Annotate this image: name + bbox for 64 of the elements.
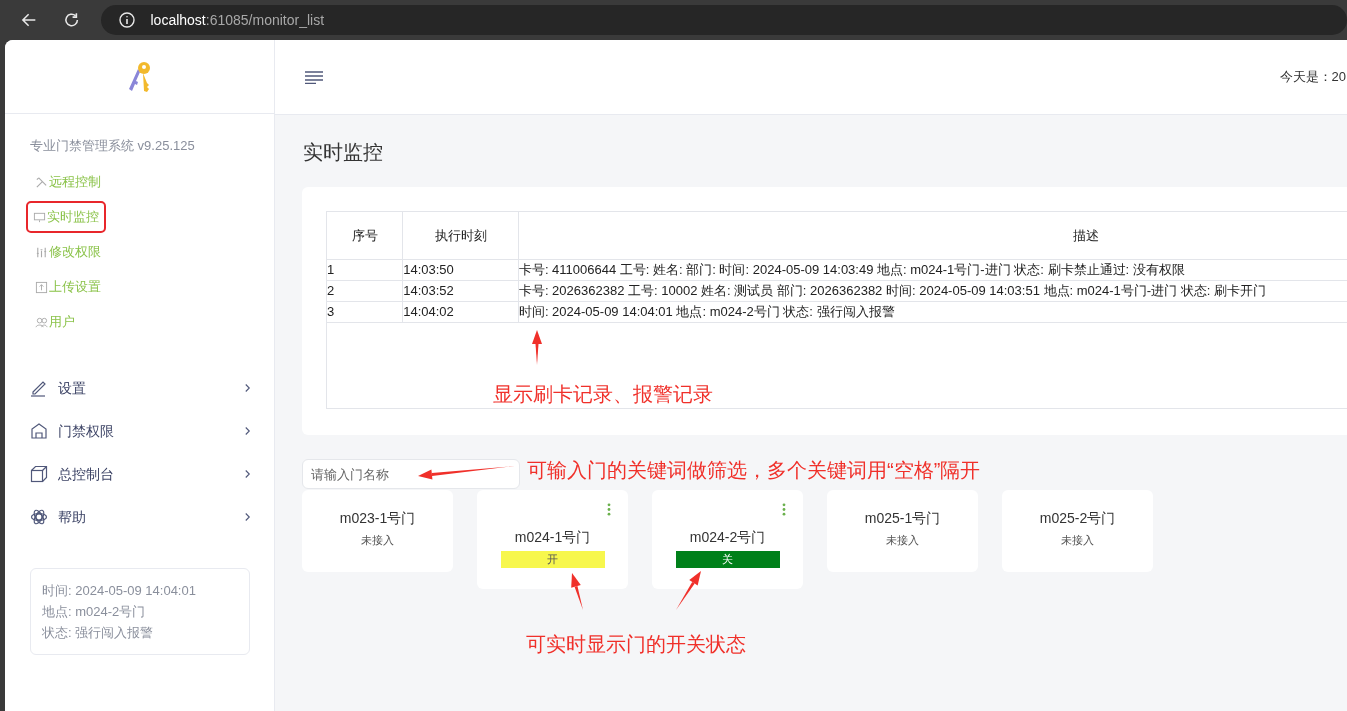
tools-icon xyxy=(35,175,48,189)
annotation-text: 可输入门的关键词做筛选，多个关键词用“空格”隔开 xyxy=(527,458,981,483)
chevron-right-icon xyxy=(244,512,251,522)
monitor-icon xyxy=(33,210,46,224)
door-name: m024-1号门 xyxy=(514,528,591,547)
users-icon xyxy=(35,315,48,329)
app-title: 专业门禁管理系统 v9.25.125 xyxy=(30,137,196,155)
door-state-bar: 关 xyxy=(675,551,780,568)
table-cell: 3 xyxy=(327,301,403,322)
more-options-icon[interactable] xyxy=(782,503,786,516)
door-name: m023-1号门 xyxy=(339,509,416,528)
table-cell: 卡号: 2026362382 工号: 10002 姓名: 测试员 部门: 2026362382 时间: 2024-05-09 14:03:51 地点: m024-1号门-进门 状态: 刷卡开门 xyxy=(518,280,1347,301)
sidebar-menu-item[interactable]: 帮助 xyxy=(5,495,274,539)
door-card[interactable]: m024-2号门 关 xyxy=(652,490,803,589)
pencil-icon xyxy=(30,379,48,397)
chevron-right-icon xyxy=(244,383,251,393)
annotation-text: 显示刷卡记录、报警记录 xyxy=(493,382,713,407)
date-label: 今天是：20 xyxy=(1279,68,1346,87)
sidebar-menu-item[interactable]: 设置 xyxy=(5,366,274,410)
sidebar-menu-item[interactable]: 总控制台 xyxy=(5,452,274,496)
table-cell: 卡号: 411006644 工号: 姓名: 部门: 时间: 2024-05-09 14:03:49 地点: m024-1号门-进门 状态: 刷卡禁止通过: 没有权限 xyxy=(518,259,1347,280)
table-cell: 14:04:02 xyxy=(402,301,519,322)
door-card[interactable]: m024-1号门 开 xyxy=(477,490,628,589)
info-line: 地点: m024-2号门 xyxy=(42,602,147,620)
table-cell: 2 xyxy=(327,280,403,301)
arrow-annotation xyxy=(676,571,701,610)
column-header: 描述 xyxy=(518,212,1347,259)
door-status-text: 未接入 xyxy=(361,533,394,548)
reload-icon[interactable] xyxy=(63,11,81,29)
chevron-right-icon xyxy=(244,426,251,436)
door-search-field[interactable]: 请输入门名称 xyxy=(302,459,520,489)
cube-icon xyxy=(30,465,48,483)
column-header: 执行时刻 xyxy=(402,212,519,259)
door-state-bar: 开 xyxy=(500,551,605,568)
door-name: m025-1号门 xyxy=(864,509,941,528)
column-header: 序号 xyxy=(327,212,403,259)
sidebar-menu-item[interactable]: 门禁权限 xyxy=(5,409,274,453)
table-cell: 1 xyxy=(327,259,403,280)
upload-icon xyxy=(35,280,48,294)
table-cell: 14:03:50 xyxy=(402,259,519,280)
annotation-text: 可实时显示门的开关状态 xyxy=(526,632,746,657)
door-name: m025-2号门 xyxy=(1039,509,1116,528)
door-card[interactable]: m025-1号门 未接入 xyxy=(827,490,978,572)
door-status-text: 未接入 xyxy=(886,533,919,548)
address-bar[interactable]: localhost:61085/monitor_list xyxy=(100,5,1347,35)
table-cell: 时间: 2024-05-09 14:04:01 地点: m024-2号门 状态: 强行闯入报警 xyxy=(518,301,1347,322)
house-icon xyxy=(30,422,48,440)
chevron-right-icon xyxy=(244,469,251,479)
door-status-text: 未接入 xyxy=(1061,533,1094,548)
more-options-icon[interactable] xyxy=(607,503,611,516)
back-icon[interactable] xyxy=(20,11,38,29)
sliders-icon xyxy=(35,245,48,259)
info-icon xyxy=(118,12,135,28)
door-name: m024-2号门 xyxy=(689,528,766,547)
menu-icon[interactable] xyxy=(305,70,323,84)
door-card[interactable]: m025-2号门 未接入 xyxy=(1002,490,1153,572)
arrow-annotation xyxy=(571,573,583,610)
url-text: localhost:61085/monitor_list xyxy=(150,10,325,30)
door-card[interactable]: m023-1号门 未接入 xyxy=(302,490,453,572)
gear-icon xyxy=(30,508,48,526)
info-line: 状态: 强行闯入报警 xyxy=(42,623,155,641)
table-cell: 14:03:52 xyxy=(402,280,519,301)
page-title: 实时监控 xyxy=(303,140,384,165)
info-line: 时间: 2024-05-09 14:04:01 xyxy=(42,581,197,599)
